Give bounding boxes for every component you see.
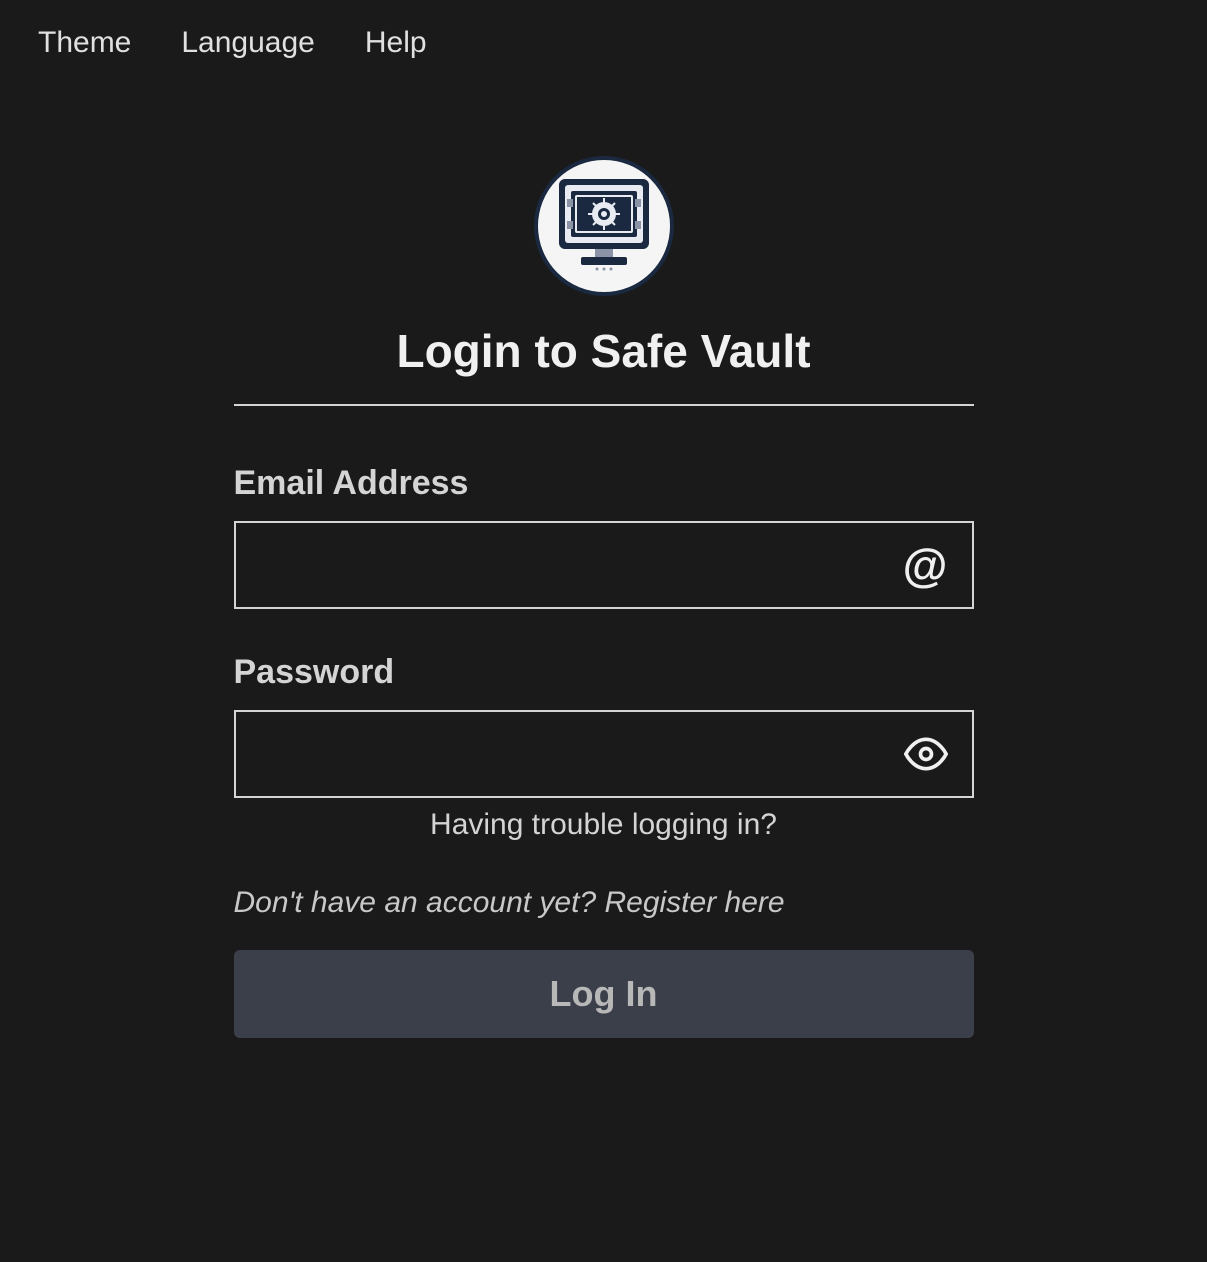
email-field-group: Email Address @: [234, 464, 974, 609]
help-menu[interactable]: Help: [365, 26, 427, 60]
email-label: Email Address: [234, 464, 974, 503]
email-input-wrap: @: [234, 521, 974, 609]
register-link[interactable]: Don't have an account yet? Register here: [234, 886, 974, 920]
login-button[interactable]: Log In: [234, 950, 974, 1038]
trouble-logging-in-link[interactable]: Having trouble logging in?: [430, 808, 777, 842]
login-container: Login to Safe Vault Email Address @ Pass…: [234, 156, 974, 1038]
password-field-group: Password: [234, 653, 974, 798]
email-field[interactable]: [234, 521, 974, 609]
password-label: Password: [234, 653, 974, 692]
topbar: Theme Language Help: [0, 0, 1207, 86]
theme-menu[interactable]: Theme: [38, 26, 131, 60]
page-title: Login to Safe Vault: [234, 324, 974, 406]
password-field[interactable]: [234, 710, 974, 798]
language-menu[interactable]: Language: [181, 26, 314, 60]
eye-icon[interactable]: [904, 732, 948, 776]
password-input-wrap: [234, 710, 974, 798]
app-logo: [534, 156, 674, 296]
vault-monitor-icon: [551, 173, 657, 279]
at-icon: @: [903, 542, 948, 588]
